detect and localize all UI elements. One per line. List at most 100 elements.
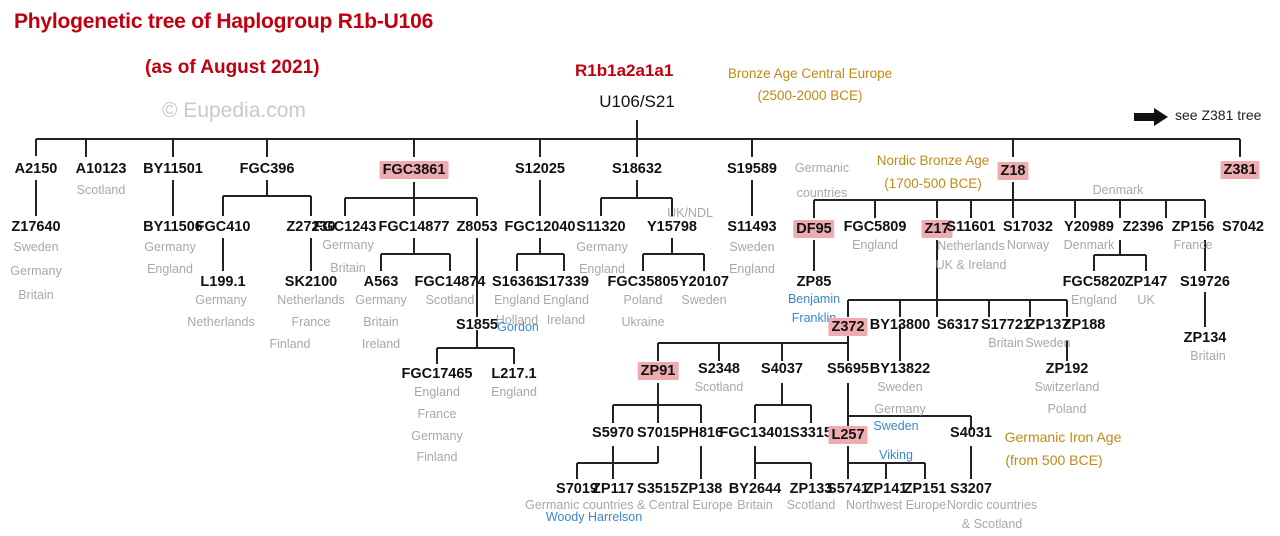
node-z18[interactable]: Z18 xyxy=(997,162,1029,180)
haplogroup-name: R1b1a2a1a1 xyxy=(575,61,674,80)
node-fgc396[interactable]: FGC396 xyxy=(240,161,295,177)
node-s7015[interactable]: S7015 xyxy=(637,425,679,441)
person-woody-harrelson: Woody Harrelson xyxy=(545,510,643,524)
node-z372[interactable]: Z372 xyxy=(828,318,868,336)
node-s17721[interactable]: S17721 xyxy=(981,317,1031,333)
node-zp91[interactable]: ZP91 xyxy=(637,362,679,380)
node-l199-1[interactable]: L199.1 xyxy=(200,274,245,290)
node-y15798[interactable]: Y15798 xyxy=(647,219,697,235)
node-s5695[interactable]: S5695 xyxy=(827,361,869,377)
node-y20989[interactable]: Y20989 xyxy=(1064,219,1114,235)
geo-s11601-1: Netherlands xyxy=(937,239,1005,253)
node-zp85[interactable]: ZP85 xyxy=(797,274,832,290)
node-s17339[interactable]: S17339 xyxy=(539,274,589,290)
geo-sk2100-1: Netherlands xyxy=(277,293,345,307)
geo-nordic-1: Nordic countries xyxy=(946,498,1038,512)
geo-sk2100-3: Finland xyxy=(269,337,311,351)
node-fgc1243[interactable]: FGC1243 xyxy=(314,219,377,235)
node-zp156[interactable]: ZP156 xyxy=(1172,219,1215,235)
root-node-u106: U106/S21 xyxy=(599,92,675,111)
era-bronze-age-line1: Bronze Age Central Europe xyxy=(727,66,893,81)
node-zp192[interactable]: ZP192 xyxy=(1046,361,1089,377)
geo-u106-line2: countries xyxy=(796,186,848,200)
person-l257-viking: Viking xyxy=(879,448,913,462)
geo-sk2100-2: France xyxy=(291,315,331,329)
node-zp151[interactable]: ZP151 xyxy=(904,481,947,497)
geo-fgc1243-1: Germany xyxy=(322,238,374,252)
node-z2396[interactable]: Z2396 xyxy=(1122,219,1163,235)
geo-u106-line1: Germanic xyxy=(794,161,850,175)
see-z381-tree-link[interactable]: see Z381 tree xyxy=(1175,107,1261,123)
node-by13800[interactable]: BY13800 xyxy=(870,317,930,333)
geo-a563-2: Britain xyxy=(363,315,399,329)
node-a563[interactable]: A563 xyxy=(364,274,399,290)
node-z381[interactable]: Z381 xyxy=(1220,161,1260,179)
geo-by11506-2: England xyxy=(147,262,193,276)
node-zp188[interactable]: ZP188 xyxy=(1063,317,1106,333)
node-s7042[interactable]: S7042 xyxy=(1222,219,1264,235)
node-zp133[interactable]: ZP133 xyxy=(790,481,833,497)
node-s18632[interactable]: S18632 xyxy=(612,161,662,177)
node-s5741[interactable]: S5741 xyxy=(827,481,869,497)
node-zp141[interactable]: ZP141 xyxy=(865,481,908,497)
node-ph816[interactable]: PH816 xyxy=(679,425,723,441)
node-s11320[interactable]: S11320 xyxy=(576,219,625,235)
era-bronze-age-line2: (2500-2000 BCE) xyxy=(757,88,863,103)
node-l257[interactable]: L257 xyxy=(828,426,868,444)
node-a10123[interactable]: A10123 xyxy=(76,161,127,177)
node-z8053[interactable]: Z8053 xyxy=(456,219,497,235)
node-s19726[interactable]: S19726 xyxy=(1180,274,1230,290)
node-s2348[interactable]: S2348 xyxy=(698,361,740,377)
node-fgc12040[interactable]: FGC12040 xyxy=(505,219,576,235)
node-zp138[interactable]: ZP138 xyxy=(680,481,723,497)
node-z17640[interactable]: Z17640 xyxy=(11,219,60,235)
node-sk2100[interactable]: SK2100 xyxy=(285,274,337,290)
geo-zp134: Britain xyxy=(1190,349,1226,363)
node-s1855[interactable]: S1855 xyxy=(456,317,498,333)
node-fgc35805[interactable]: FGC35805 xyxy=(608,274,679,290)
geo-z17640-2: Germany xyxy=(10,264,62,278)
node-s19589[interactable]: S19589 xyxy=(727,161,777,177)
node-l217-1[interactable]: L217.1 xyxy=(491,366,536,382)
node-s11493[interactable]: S11493 xyxy=(727,219,776,235)
geo-fgc5809: England xyxy=(852,238,898,252)
node-s4031[interactable]: S4031 xyxy=(950,425,992,441)
node-fgc14874[interactable]: FGC14874 xyxy=(415,274,486,290)
node-by13822[interactable]: BY13822 xyxy=(870,361,930,377)
node-zp134[interactable]: ZP134 xyxy=(1184,330,1227,346)
node-by11506[interactable]: BY11506 xyxy=(143,219,203,235)
node-s3207[interactable]: S3207 xyxy=(950,481,992,497)
node-s16361[interactable]: S16361 xyxy=(492,274,542,290)
node-s6317[interactable]: S6317 xyxy=(937,317,979,333)
geo-fgc35805-2: Ukraine xyxy=(621,315,665,329)
node-s3515[interactable]: S3515 xyxy=(637,481,679,497)
node-s5970[interactable]: S5970 xyxy=(592,425,634,441)
geo-zp192-1: Switzerland xyxy=(1034,380,1100,394)
node-s11601[interactable]: S11601 xyxy=(946,219,995,235)
node-s3315[interactable]: S3315 xyxy=(790,425,832,441)
node-fgc5820[interactable]: FGC5820 xyxy=(1063,274,1126,290)
geo-zp156: France xyxy=(1173,238,1213,252)
geo-fgc17465-2: France xyxy=(417,407,457,421)
node-s17032[interactable]: S17032 xyxy=(1003,219,1053,235)
node-fgc14877[interactable]: FGC14877 xyxy=(379,219,450,235)
node-zp117[interactable]: ZP117 xyxy=(592,481,634,497)
node-fgc5809[interactable]: FGC5809 xyxy=(844,219,907,235)
node-by2644[interactable]: BY2644 xyxy=(729,481,781,497)
node-fgc3861[interactable]: FGC3861 xyxy=(379,161,449,179)
node-a2150[interactable]: A2150 xyxy=(15,161,58,177)
geo-s11493-2: England xyxy=(729,262,775,276)
geo-z18-denmark: Denmark xyxy=(1092,183,1144,197)
node-s4037[interactable]: S4037 xyxy=(761,361,803,377)
watermark: © Eupedia.com xyxy=(162,99,306,122)
node-df95[interactable]: DF95 xyxy=(793,220,835,238)
node-y20107[interactable]: Y20107 xyxy=(679,274,729,290)
node-zp147[interactable]: ZP147 xyxy=(1125,274,1168,290)
node-fgc410[interactable]: FGC410 xyxy=(196,219,251,235)
era-nordic-line1: Nordic Bronze Age xyxy=(876,153,990,168)
node-fgc17465[interactable]: FGC17465 xyxy=(402,366,473,382)
node-fgc13401[interactable]: FGC13401 xyxy=(720,425,791,441)
geo-zp192-2: Poland xyxy=(1047,402,1087,416)
node-s12025[interactable]: S12025 xyxy=(515,161,565,177)
node-by11501[interactable]: BY11501 xyxy=(143,161,203,177)
